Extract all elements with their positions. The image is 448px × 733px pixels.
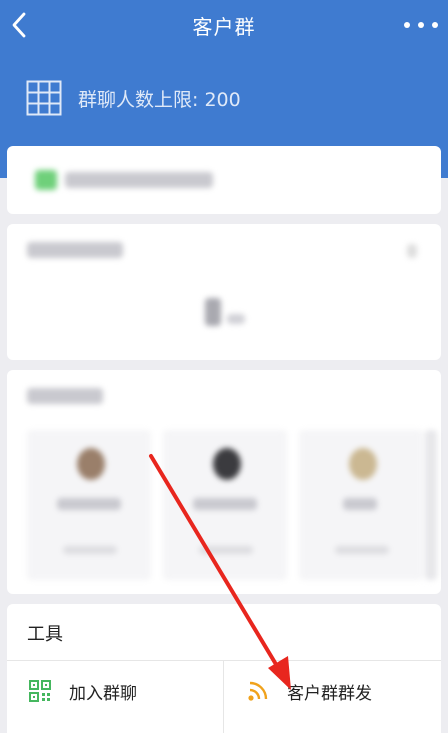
blurred-text	[335, 546, 389, 554]
blurred-text	[27, 242, 123, 258]
avatar	[349, 448, 377, 480]
more-button[interactable]	[404, 14, 438, 36]
more-dot-icon	[432, 22, 438, 28]
group-stats-card	[7, 224, 441, 360]
grid-icon	[26, 80, 62, 116]
avatar	[213, 448, 241, 480]
chevron-left-icon	[12, 12, 26, 38]
customer-group-broadcast-button[interactable]: 客户群群发	[247, 661, 372, 721]
blurred-chevron	[407, 244, 417, 258]
back-button[interactable]	[4, 8, 34, 42]
blurred-text	[57, 498, 121, 510]
group-limit-text: 群聊人数上限: 200	[78, 88, 241, 111]
group-owner-card[interactable]	[7, 146, 441, 214]
group-members-card	[7, 370, 441, 594]
customer-group-broadcast-label: 客户群群发	[287, 683, 372, 704]
owner-icon	[35, 170, 57, 190]
blurred-number	[227, 314, 245, 324]
member-card[interactable]	[27, 430, 151, 580]
qr-code-icon	[29, 680, 51, 702]
more-dot-icon	[404, 22, 410, 28]
group-limit-row: 群聊人数上限: 200	[26, 80, 241, 116]
page-title: 客户群	[192, 14, 256, 39]
blurred-text	[199, 546, 253, 554]
avatar	[77, 448, 105, 480]
blurred-number	[205, 298, 221, 326]
divider	[223, 661, 224, 733]
blurred-text	[193, 498, 257, 510]
blurred-text	[65, 172, 213, 188]
scroll-strip[interactable]	[425, 430, 437, 580]
tools-title: 工具	[27, 624, 63, 645]
join-group-chat-button[interactable]: 加入群聊	[29, 661, 137, 721]
blurred-text	[343, 498, 377, 510]
navigation-bar: 客户群	[0, 0, 448, 50]
broadcast-icon	[248, 681, 268, 701]
blurred-text	[63, 546, 117, 554]
more-dot-icon	[418, 22, 424, 28]
blurred-text	[27, 388, 103, 404]
join-group-chat-label: 加入群聊	[69, 683, 137, 704]
member-card[interactable]	[163, 430, 287, 580]
member-card[interactable]	[299, 430, 423, 580]
tools-card: 工具 加入群聊 客户群群发	[7, 604, 441, 733]
